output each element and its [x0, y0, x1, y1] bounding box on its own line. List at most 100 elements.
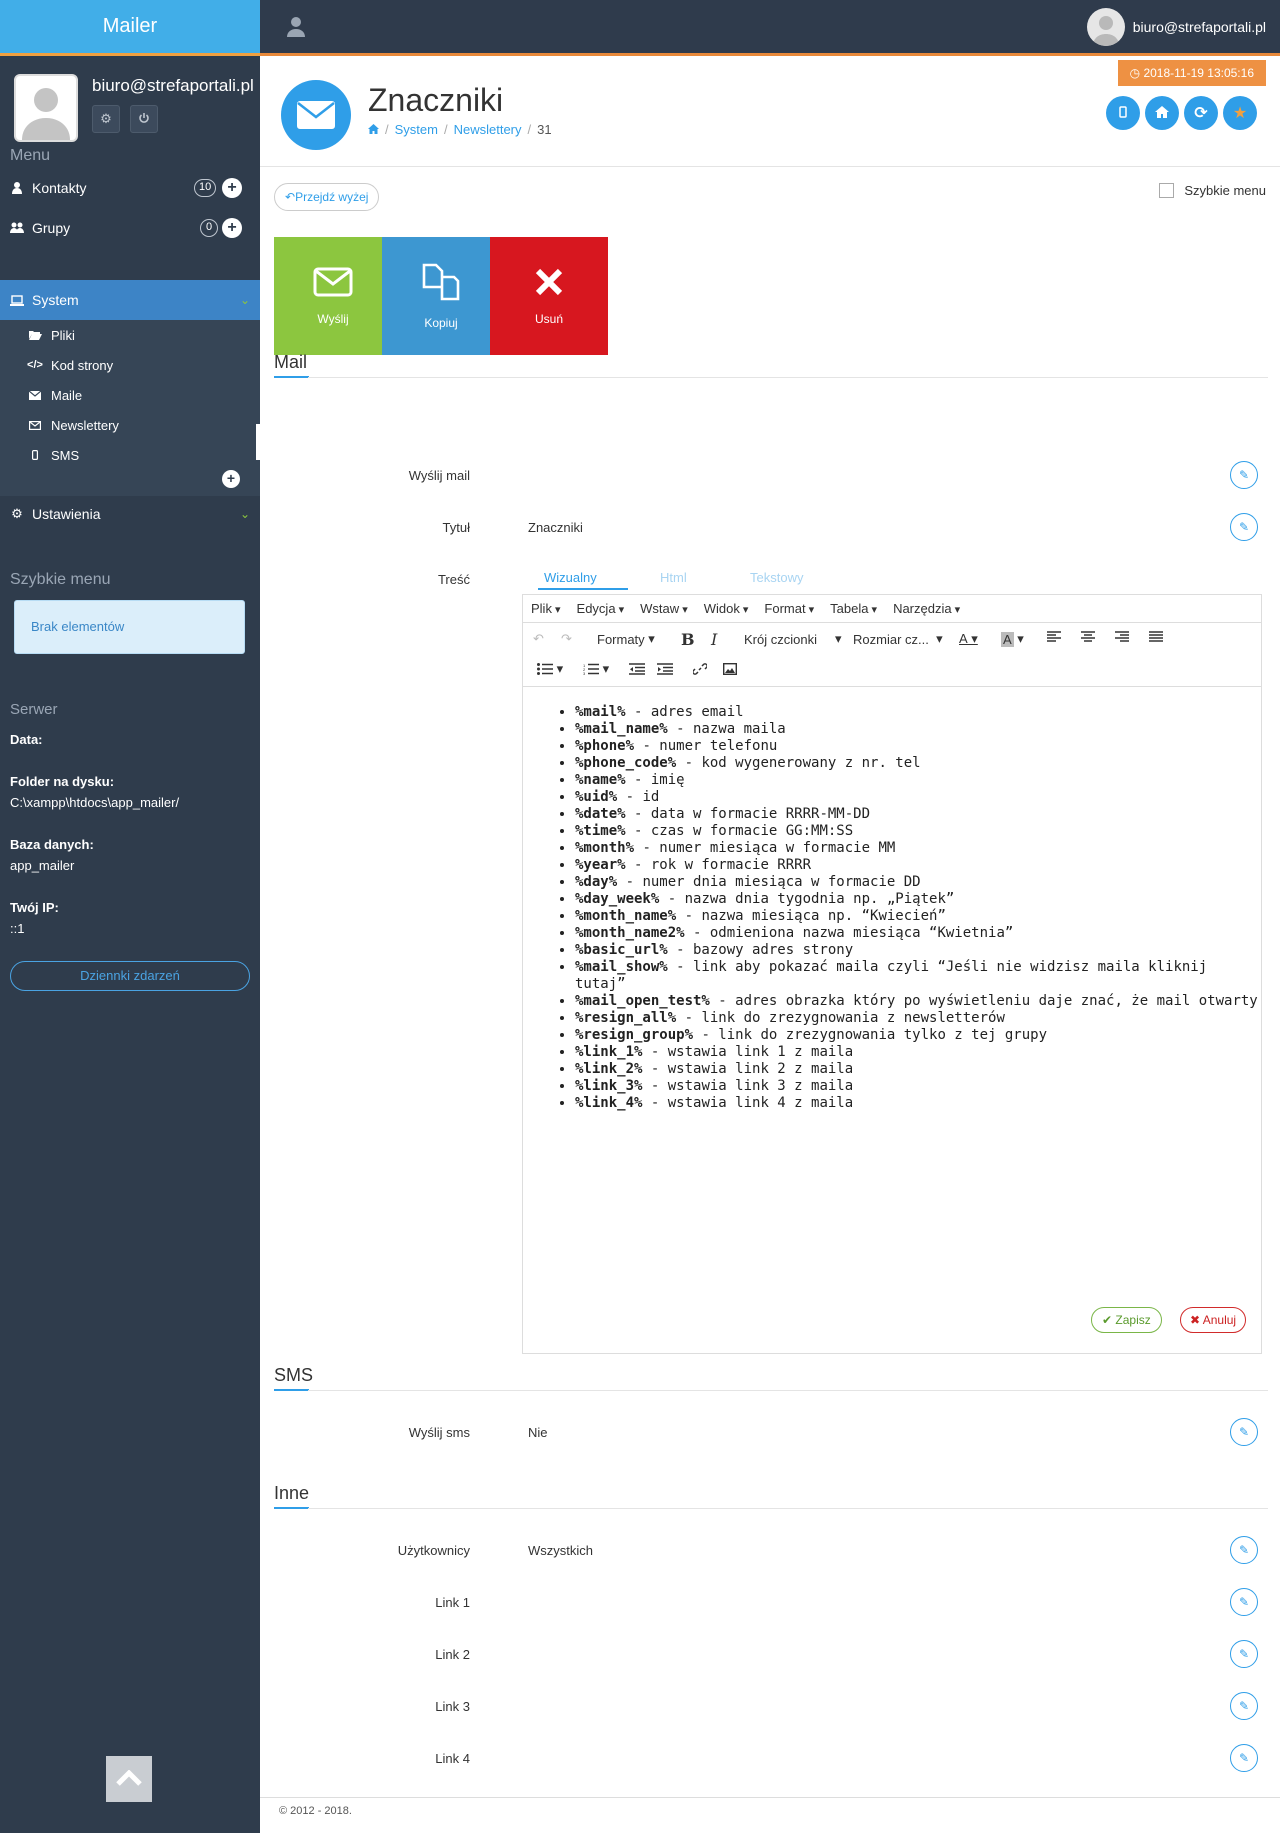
sidebar: biuro@strefaportali.pl ⚙ Menu Kontakty 1… [0, 56, 260, 1833]
quick-menu-toggle[interactable]: Szybkie menu [1159, 183, 1266, 198]
tag-code: %phone_code% [575, 755, 677, 771]
sidebar-item-pliki[interactable]: Pliki [28, 318, 75, 352]
logout-button[interactable] [130, 105, 158, 133]
section-underline [274, 1389, 309, 1391]
tag-code: %date% [575, 806, 626, 822]
tile-label: Usuń [534, 311, 563, 326]
tag-code: %link_4% [575, 1095, 643, 1111]
menu-widok[interactable]: Widok [704, 601, 749, 616]
font-family-dropdown[interactable]: Krój czcionki ▾ [744, 629, 842, 649]
menu-plik[interactable]: Plik [531, 601, 561, 616]
indent-icon[interactable] [657, 659, 673, 679]
sidebar-item-label: Maile [51, 387, 83, 403]
sidebar-item-kontakty[interactable]: Kontakty [0, 168, 260, 208]
sidebar-item-newslettery[interactable]: Newslettery [28, 408, 119, 442]
undo-icon[interactable]: ↶ [533, 629, 544, 649]
menu-narzedzia[interactable]: Narzędzia [893, 601, 960, 616]
add-group-button[interactable]: + [222, 218, 242, 238]
scroll-to-top-button[interactable] [106, 1756, 152, 1802]
font-size-dropdown[interactable]: Rozmiar cz... ▾ [853, 629, 943, 649]
tag-list-item: %mail_name% - nazwa maila [575, 721, 1261, 738]
menu-wstaw[interactable]: Wstaw [640, 601, 688, 616]
tag-list-item: %resign_group% - link do zrezygnowania t… [575, 1027, 1261, 1044]
link-icon[interactable] [693, 659, 707, 679]
mobile-icon [1119, 105, 1127, 121]
tag-code: %mail_open_test% [575, 993, 710, 1009]
tag-code: %year% [575, 857, 626, 873]
top-user-menu[interactable]: biuro@strefaportali.pl [1086, 8, 1266, 46]
save-button[interactable]: ✔ Zapisz [1091, 1307, 1162, 1333]
align-right-icon[interactable] [1115, 627, 1129, 647]
settings-button[interactable]: ⚙ [92, 105, 120, 133]
copy-tile-button[interactable]: Kopiuj [382, 237, 500, 355]
add-contact-button[interactable]: + [222, 178, 242, 198]
edit-users-button[interactable]: ✎ [1230, 1536, 1258, 1564]
edit-subject-button[interactable]: ✎ [1230, 513, 1258, 541]
bold-icon[interactable]: B [681, 629, 695, 649]
home-icon [1155, 105, 1169, 121]
edit-send-sms-button[interactable]: ✎ [1230, 1418, 1258, 1446]
menu-format[interactable]: Format [764, 601, 814, 616]
tab-text[interactable]: Tekstowy [750, 570, 803, 585]
sidebar-item-kod-strony[interactable]: </> Kod strony [27, 348, 113, 382]
brand-logo[interactable]: Mailer [0, 0, 260, 56]
formats-dropdown[interactable]: Formaty ▾ [597, 629, 655, 649]
star-icon: ★ [1232, 105, 1248, 122]
go-up-button[interactable]: ↶Przejdź wyżej [274, 183, 380, 211]
event-log-button[interactable]: Dziennki zdarzeń [10, 961, 250, 991]
tab-visual[interactable]: Wizualny [544, 570, 597, 585]
align-justify-icon[interactable] [1149, 627, 1163, 647]
breadcrumb-newslettery[interactable]: Newslettery [454, 122, 522, 137]
tag-description: - kod wygenerowany z nr. tel [676, 755, 921, 771]
sidebar-item-ustawienia[interactable]: ⚙ Ustawienia ⌄ [0, 494, 260, 534]
quick-menu-checkbox[interactable] [1159, 183, 1175, 198]
pencil-icon: ✎ [1238, 1751, 1250, 1765]
copy-icon [422, 263, 460, 304]
edit-link4-button[interactable]: ✎ [1230, 1744, 1258, 1772]
tab-html[interactable]: Html [660, 570, 687, 585]
tag-description: - id [617, 789, 660, 805]
user-icon[interactable] [286, 16, 306, 38]
italic-icon[interactable]: I [711, 629, 717, 649]
cancel-button[interactable]: ✖ Anuluj [1180, 1307, 1247, 1333]
home-button[interactable] [1145, 96, 1179, 130]
background-color-icon[interactable]: A ▾ [1001, 629, 1024, 649]
home-icon[interactable] [368, 122, 379, 137]
tag-list-item: %mail_open_test% - adres obrazka który p… [575, 993, 1261, 1010]
image-icon[interactable] [723, 659, 737, 679]
favorite-button[interactable]: ★ [1223, 96, 1257, 130]
quick-menu-heading: Szybkie menu [10, 571, 111, 588]
edit-link3-button[interactable]: ✎ [1230, 1692, 1258, 1720]
breadcrumb-system[interactable]: System [395, 122, 438, 137]
numbered-list-icon[interactable]: 123 ▾ [583, 659, 609, 679]
sidebar-item-sms[interactable]: SMS [28, 438, 79, 472]
tag-code: %month_name2% [575, 925, 685, 941]
sidebar-item-grupy[interactable]: Grupy [0, 208, 260, 248]
edit-send-mail-button[interactable]: ✎ [1230, 461, 1258, 489]
section-underline [274, 376, 309, 378]
outdent-icon[interactable] [629, 659, 645, 679]
redo-icon[interactable]: ↷ [561, 629, 572, 649]
menu-edycja[interactable]: Edycja [577, 601, 625, 616]
delete-tile-button[interactable]: Usuń [490, 237, 608, 355]
edit-link1-button[interactable]: ✎ [1230, 1588, 1258, 1616]
sidebar-item-maile[interactable]: Maile [28, 378, 82, 412]
send-tile-button[interactable]: Wyślij [274, 237, 392, 355]
align-center-icon[interactable] [1081, 627, 1095, 647]
refresh-button[interactable]: ⟳ [1184, 96, 1218, 130]
tag-list-item: %link_2% - wstawia link 2 z maila [575, 1061, 1261, 1078]
bullet-list-icon[interactable]: ▾ [537, 659, 563, 679]
align-left-icon[interactable] [1047, 627, 1061, 647]
link4-label: Link 4 [435, 1751, 470, 1766]
editor-content[interactable]: %mail% - adres email%mail_name% - nazwa … [523, 688, 1261, 1353]
server-ip-value: ::1 [10, 921, 25, 936]
datetime-text: 2018-11-19 13:05:16 [1143, 66, 1254, 80]
tag-list-item: %day_week% - nazwa dnia tygodnia np. „Pi… [575, 891, 1261, 908]
text-color-icon[interactable]: A ▾ [959, 629, 978, 649]
edit-link2-button[interactable]: ✎ [1230, 1640, 1258, 1668]
sidebar-item-system[interactable]: System ⌄ [0, 280, 260, 320]
menu-tabela[interactable]: Tabela [830, 601, 877, 616]
users-icon [10, 222, 24, 234]
section-divider [308, 1508, 1268, 1509]
mobile-view-button[interactable] [1106, 96, 1140, 130]
